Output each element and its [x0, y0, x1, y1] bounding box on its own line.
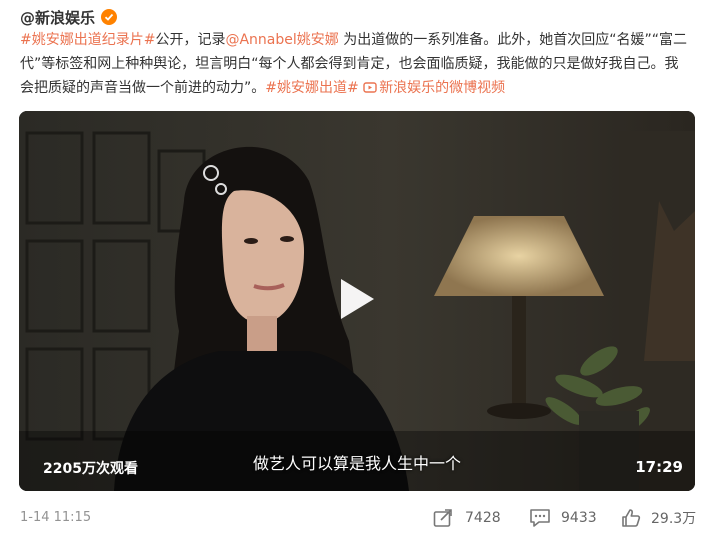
- author-name[interactable]: @新浪娱乐: [20, 7, 95, 28]
- video-duration: 17:29: [635, 458, 683, 476]
- share-count: 7428: [465, 510, 501, 526]
- comment-count: 9433: [561, 510, 597, 526]
- share-icon: [433, 509, 452, 527]
- thumbs-up-icon: [622, 509, 641, 527]
- video-link-icon: [363, 82, 377, 93]
- video-subtitle: 做艺人可以算是我人生中一个: [252, 454, 461, 473]
- comment-icon: [530, 509, 550, 527]
- post-text: #姚安娜出道纪录片#公开，记录@Annabel姚安娜 为出道做的一系列准备。此外…: [20, 28, 692, 100]
- video-link-label: 新浪娱乐的微博视频: [379, 80, 506, 96]
- mention-link[interactable]: @Annabel姚安娜: [225, 32, 338, 48]
- like-button[interactable]: 29.3万: [621, 506, 696, 530]
- hashtag-link[interactable]: #姚安娜出道纪录片#: [20, 32, 155, 48]
- like-count: 29.3万: [651, 511, 697, 527]
- comment-button[interactable]: 9433: [529, 506, 597, 530]
- play-icon[interactable]: [337, 276, 377, 322]
- video-source-link[interactable]: 新浪娱乐的微博视频: [363, 80, 505, 96]
- share-button[interactable]: 7428: [433, 506, 501, 530]
- verified-badge-icon: [101, 9, 118, 25]
- author-header: @新浪娱乐: [20, 6, 118, 28]
- post-time[interactable]: 1-14 11:15: [20, 510, 91, 525]
- video-player[interactable]: 2205万次观看 做艺人可以算是我人生中一个 17:29: [19, 111, 695, 491]
- post-footer: 1-14 11:15 7428 9433 29.3万: [0, 500, 707, 536]
- hashtag-link[interactable]: #姚安娜出道#: [265, 80, 358, 96]
- post-text-part: 公开，记录: [155, 32, 226, 48]
